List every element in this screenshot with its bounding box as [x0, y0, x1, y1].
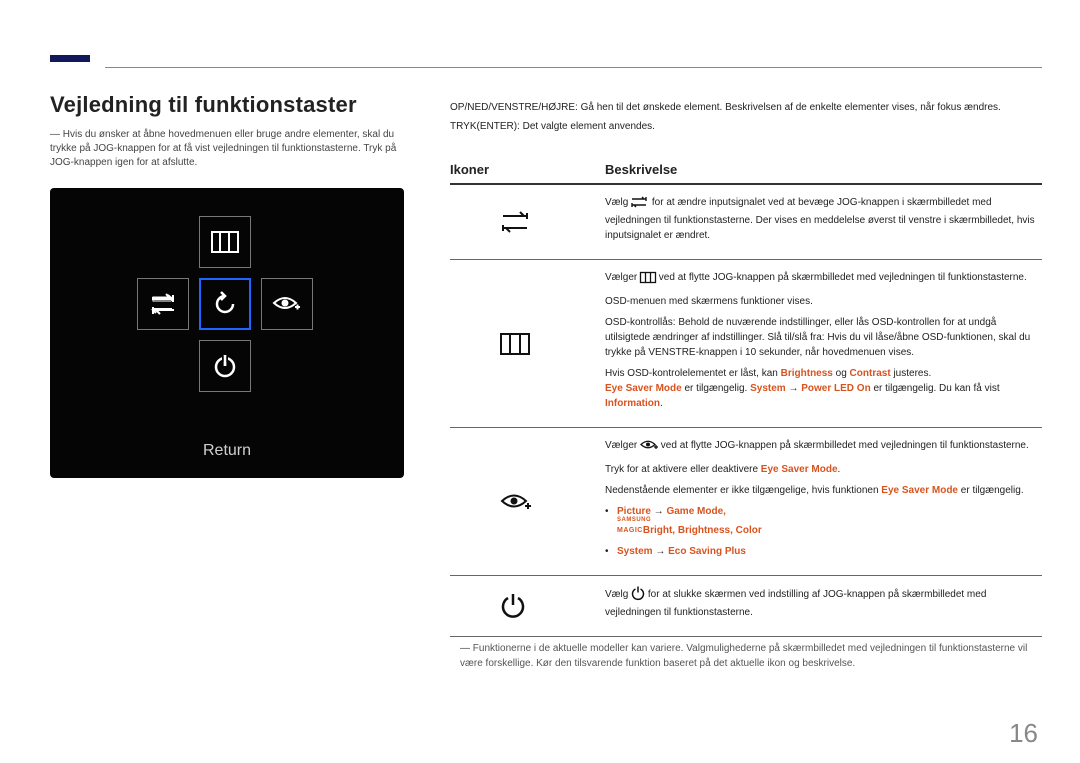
- hl-bright: Bright: [643, 525, 672, 536]
- text: er tilgængelig.: [682, 383, 750, 394]
- text: Nedenstående elementer er ikke tilgængel…: [605, 485, 881, 496]
- page-title: Vejledning til funktionstaster: [50, 92, 410, 118]
- text: for at ændre inputsignalet ved at bevæge…: [605, 197, 1035, 241]
- hl-eye-saver: Eye Saver Mode: [605, 383, 682, 394]
- inline-eye-icon: [640, 439, 658, 456]
- text: Vælger: [605, 440, 640, 451]
- osd-right-tile: [261, 278, 313, 330]
- th-desc: Beskrivelse: [605, 162, 1042, 177]
- hl-brightness: Brightness: [781, 368, 833, 379]
- osd-return-label: Return: [50, 442, 404, 460]
- row2-icon-cell: [450, 270, 605, 417]
- text: ved at flytte JOG-knappen på skærmbilled…: [658, 440, 1029, 451]
- top-rule: [50, 67, 1042, 68]
- menu-icon: [500, 333, 530, 355]
- text: for at slukke skærmen ved indstilling af…: [605, 589, 986, 618]
- inline-power-icon: [631, 586, 645, 605]
- intro-line-2: TRYK(ENTER): Det valgte element anvendes…: [450, 119, 1042, 134]
- text: →: [653, 546, 669, 557]
- hl-game-mode: Game Mode: [666, 506, 723, 517]
- osd-up-tile: [199, 216, 251, 268]
- row3-icon-cell: [450, 438, 605, 565]
- hl-power-led: Power LED On: [801, 383, 870, 394]
- return-arrow-icon: [211, 290, 239, 318]
- eye-saver-icon: [500, 491, 532, 513]
- text: →: [651, 506, 667, 517]
- hl-eye-saver: Eye Saver Mode: [761, 464, 838, 475]
- text: Vælg: [605, 197, 631, 208]
- right-column: OP/NED/VENSTRE/HØJRE: Gå hen til det øns…: [450, 100, 1042, 671]
- text: Hvis OSD-kontrolelementet er låst, kan: [605, 368, 781, 379]
- text: ,: [723, 506, 726, 517]
- osd-down-tile: [199, 340, 251, 392]
- row1-desc: Vælg for at ændre inputsignalet ved at b…: [605, 195, 1042, 249]
- text: .: [660, 398, 663, 409]
- source-swap-icon-arrows: [150, 293, 176, 315]
- inline-source-icon: [631, 196, 649, 213]
- footer-note: Funktionerne i de aktuelle modeller kan …: [450, 641, 1042, 671]
- osd-preview-panel: Return: [50, 188, 404, 478]
- page-number: 16: [1009, 718, 1038, 749]
- row1-icon-cell: [450, 195, 605, 249]
- osd-dpad: [137, 274, 317, 454]
- intro-note: Hvis du ønsker at åbne hovedmenuen eller…: [50, 128, 410, 170]
- power-icon: [500, 593, 526, 619]
- table-row: Vælger ved at flytte JOG-knappen på skær…: [450, 260, 1042, 428]
- text: Vælger: [605, 272, 640, 283]
- text: ved at flytte JOG-knappen på skærmbilled…: [656, 272, 1027, 283]
- hl-eco-saving: Eco Saving Plus: [668, 546, 746, 557]
- text: OSD-menuen med skærmens funktioner vises…: [605, 294, 1042, 309]
- text: OSD-kontrollås: Behold de nuværende inds…: [605, 315, 1042, 360]
- hl-brightness: Brightness: [678, 525, 730, 536]
- row4-desc: Vælg for at slukke skærmen ved indstilli…: [605, 586, 1042, 626]
- hl-eye-saver: Eye Saver Mode: [881, 485, 958, 496]
- hl-color: Color: [736, 525, 762, 536]
- hl-information: Information: [605, 398, 660, 409]
- text: Vælg: [605, 589, 631, 600]
- intro-line-1: OP/NED/VENSTRE/HØJRE: Gå hen til det øns…: [450, 100, 1042, 115]
- table-row: Vælg for at ændre inputsignalet ved at b…: [450, 185, 1042, 260]
- hl-contrast: Contrast: [850, 368, 891, 379]
- row2-desc: Vælger ved at flytte JOG-knappen på skær…: [605, 270, 1042, 417]
- text: er tilgængelig.: [958, 485, 1024, 496]
- osd-center-tile: [199, 278, 251, 330]
- page: Vejledning til funktionstaster Hvis du ø…: [0, 0, 1080, 763]
- text: justeres.: [891, 368, 932, 379]
- table-row: Vælger ved at flytte JOG-knappen på skær…: [450, 428, 1042, 576]
- row3-desc: Vælger ved at flytte JOG-knappen på skær…: [605, 438, 1042, 565]
- th-icons: Ikoner: [450, 162, 605, 177]
- inline-menu-icon: [640, 272, 656, 288]
- row4-icon-cell: [450, 586, 605, 626]
- eye-saver-icon: [272, 293, 302, 315]
- table-row: Vælg for at slukke skærmen ved indstilli…: [450, 576, 1042, 637]
- table-header: Ikoner Beskrivelse: [450, 152, 1042, 185]
- source-swap-icon: [500, 210, 530, 234]
- power-icon: [212, 353, 238, 379]
- text: Tryk for at aktivere eller deaktivere: [605, 464, 761, 475]
- hl-system: System: [750, 383, 786, 394]
- menu-icon: [211, 231, 239, 253]
- left-column: Vejledning til funktionstaster Hvis du ø…: [50, 92, 410, 478]
- osd-left-tile: [137, 278, 189, 330]
- text: →: [786, 383, 802, 394]
- hl-picture: Picture: [617, 506, 651, 517]
- text: .: [838, 464, 841, 475]
- text: er tilgængelig. Du kan få vist: [871, 383, 1000, 394]
- text: og: [833, 368, 850, 379]
- hl-system: System: [617, 546, 653, 557]
